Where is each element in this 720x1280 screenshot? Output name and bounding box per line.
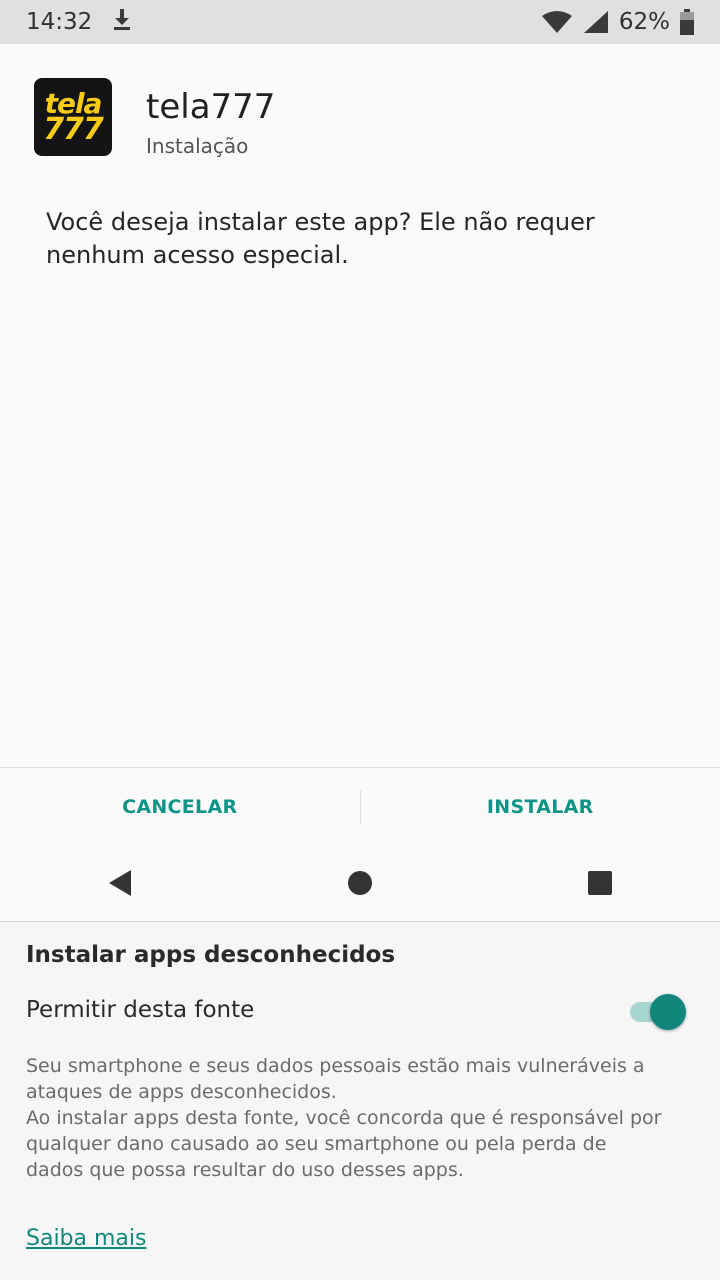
status-time: 14:32	[26, 9, 93, 35]
learn-more-link[interactable]: Saiba mais	[26, 1226, 146, 1251]
cancel-button[interactable]: CANCELAR	[0, 768, 360, 846]
install-question: Você deseja instalar este app? Ele não r…	[46, 208, 595, 269]
home-icon[interactable]	[300, 846, 420, 920]
security-warning: Seu smartphone e seus dados pessoais est…	[26, 1053, 666, 1183]
dialog-actions: CANCELAR INSTALAR	[0, 768, 720, 846]
allow-source-toggle[interactable]	[630, 994, 686, 1030]
app-subtitle: Instalação	[146, 134, 249, 158]
unknown-apps-title: Instalar apps desconhecidos	[26, 942, 396, 968]
navigation-bar	[0, 846, 720, 920]
warning-text-2: Ao instalar apps desta fonte, você conco…	[26, 1107, 662, 1181]
toggle-thumb	[650, 994, 686, 1030]
wifi-icon	[541, 10, 573, 34]
app-logo-line2: 777	[43, 112, 104, 148]
app-header: tela 777 tela777 Instalação	[34, 78, 275, 158]
back-icon[interactable]	[60, 846, 180, 920]
recents-icon[interactable]	[540, 846, 660, 920]
warning-text-1: Seu smartphone e seus dados pessoais est…	[26, 1055, 645, 1103]
unknown-apps-panel: Instalar apps desconhecidos Permitir des…	[0, 921, 720, 1280]
install-button[interactable]: INSTALAR	[361, 768, 720, 846]
allow-source-label[interactable]: Permitir desta fonte	[26, 997, 254, 1023]
app-name: tela777	[146, 87, 276, 127]
battery-icon	[680, 9, 694, 35]
app-logo-icon: tela 777	[34, 78, 112, 156]
signal-icon	[583, 10, 609, 34]
download-icon	[112, 7, 132, 37]
status-bar: 14:32 62%	[0, 0, 720, 44]
app-titles: tela777 Instalação	[146, 78, 275, 158]
battery-percent: 62%	[618, 9, 670, 35]
